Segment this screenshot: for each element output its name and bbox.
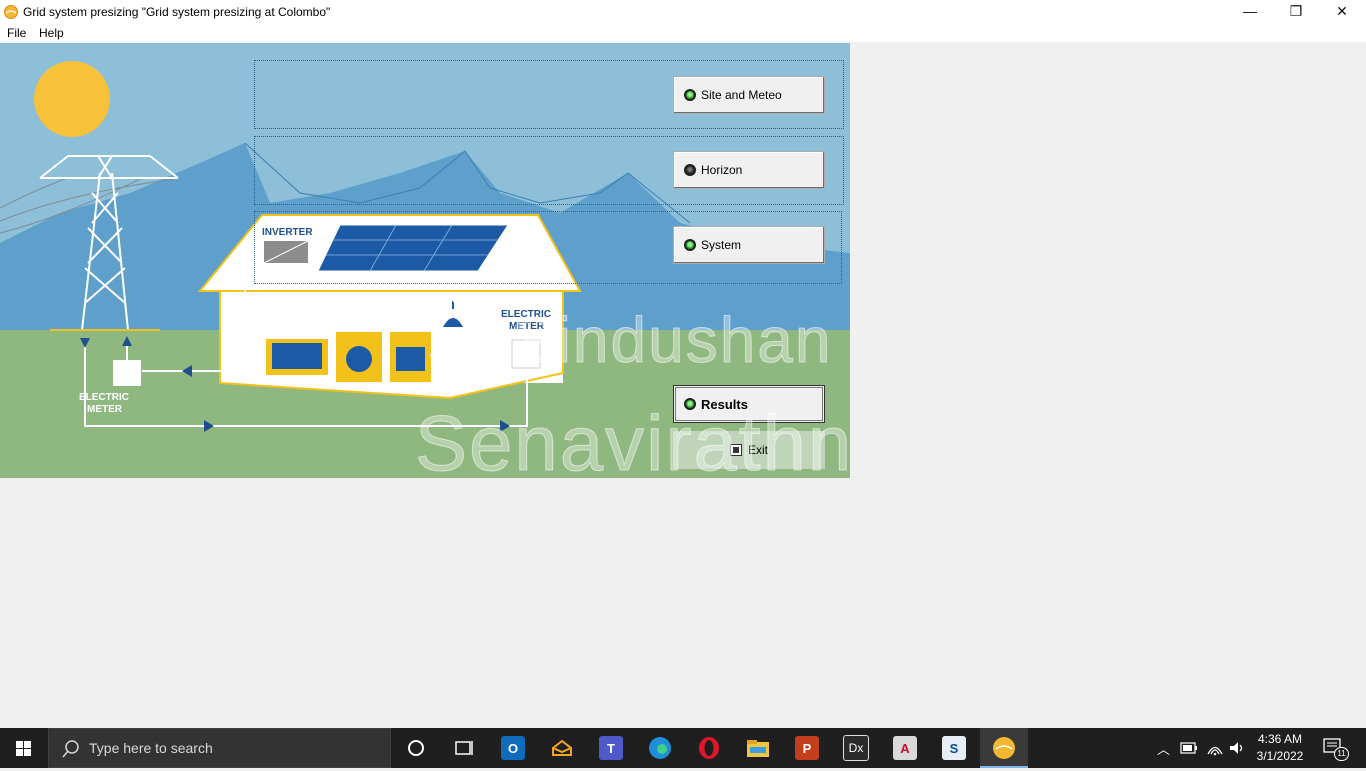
grid-meter-label-1: ELECTRIC — [79, 392, 129, 403]
battery-icon[interactable] — [1180, 741, 1198, 755]
taskbar-clock[interactable]: 4:36 AM 3/1/2022 — [1254, 731, 1306, 765]
menu-bar: File Help — [0, 24, 1366, 42]
search-placeholder: Type here to search — [89, 740, 213, 756]
clock-date: 3/1/2022 — [1256, 749, 1304, 763]
restore-button[interactable]: ❐ — [1273, 0, 1319, 24]
system-button[interactable]: System — [673, 226, 825, 264]
pvsyst-icon[interactable] — [980, 728, 1028, 768]
horizon-button[interactable]: Horizon — [673, 151, 825, 189]
mail-icon[interactable] — [538, 728, 586, 768]
horizon-label: Horizon — [701, 163, 743, 177]
notification-badge: 11 — [1334, 747, 1349, 761]
file-explorer-icon[interactable] — [734, 728, 782, 768]
taskbar: Type here to search O T P Dx A S ︿ 4:36 … — [0, 728, 1366, 768]
site-and-meteo-button[interactable]: Site and Meteo — [673, 76, 825, 114]
windows-logo-icon — [16, 741, 31, 756]
window-title: Grid system presizing "Grid system presi… — [23, 5, 331, 19]
search-icon — [62, 740, 79, 758]
menu-help[interactable]: Help — [39, 26, 64, 40]
outlook-icon[interactable]: O — [489, 728, 537, 768]
grid-meter-label-2: METER — [87, 404, 123, 415]
opera-icon[interactable] — [685, 728, 733, 768]
sketchup-icon[interactable]: S — [930, 728, 978, 768]
clock-time: 4:36 AM — [1257, 732, 1303, 746]
minimize-button[interactable]: — — [1227, 0, 1273, 24]
powerpoint-icon[interactable]: P — [783, 728, 831, 768]
volume-icon[interactable] — [1228, 740, 1246, 756]
menu-file[interactable]: File — [7, 26, 26, 40]
start-button[interactable] — [0, 728, 48, 768]
notification-center-button[interactable]: 11 — [1322, 737, 1350, 761]
edge-icon[interactable] — [636, 728, 684, 768]
status-led-icon — [684, 164, 696, 176]
status-led-icon — [684, 89, 696, 101]
close-button[interactable]: ✕ — [1319, 0, 1365, 24]
wifi-icon[interactable] — [1206, 740, 1224, 756]
show-hidden-icons-icon[interactable]: ︿ — [1157, 739, 1170, 758]
task-view-icon[interactable] — [440, 728, 488, 768]
taskbar-search[interactable]: Type here to search — [48, 728, 391, 768]
autocad-icon[interactable]: A — [881, 728, 929, 768]
watermark-line-1: Sindushan — [511, 304, 833, 377]
status-led-icon — [684, 239, 696, 251]
site-and-meteo-label: Site and Meteo — [701, 88, 782, 102]
system-label: System — [701, 238, 742, 252]
cortana-icon[interactable] — [392, 728, 440, 768]
title-bar: Grid system presizing "Grid system presi… — [0, 0, 1366, 24]
grid-system-illustration: INVERTER ELECTRIC METER ELECTRIC METER S… — [0, 43, 850, 478]
app-sun-icon — [4, 5, 18, 19]
teams-icon[interactable]: T — [587, 728, 635, 768]
watermark-line-2: Senavirathna — [415, 399, 850, 479]
dx-icon[interactable]: Dx — [832, 728, 880, 768]
